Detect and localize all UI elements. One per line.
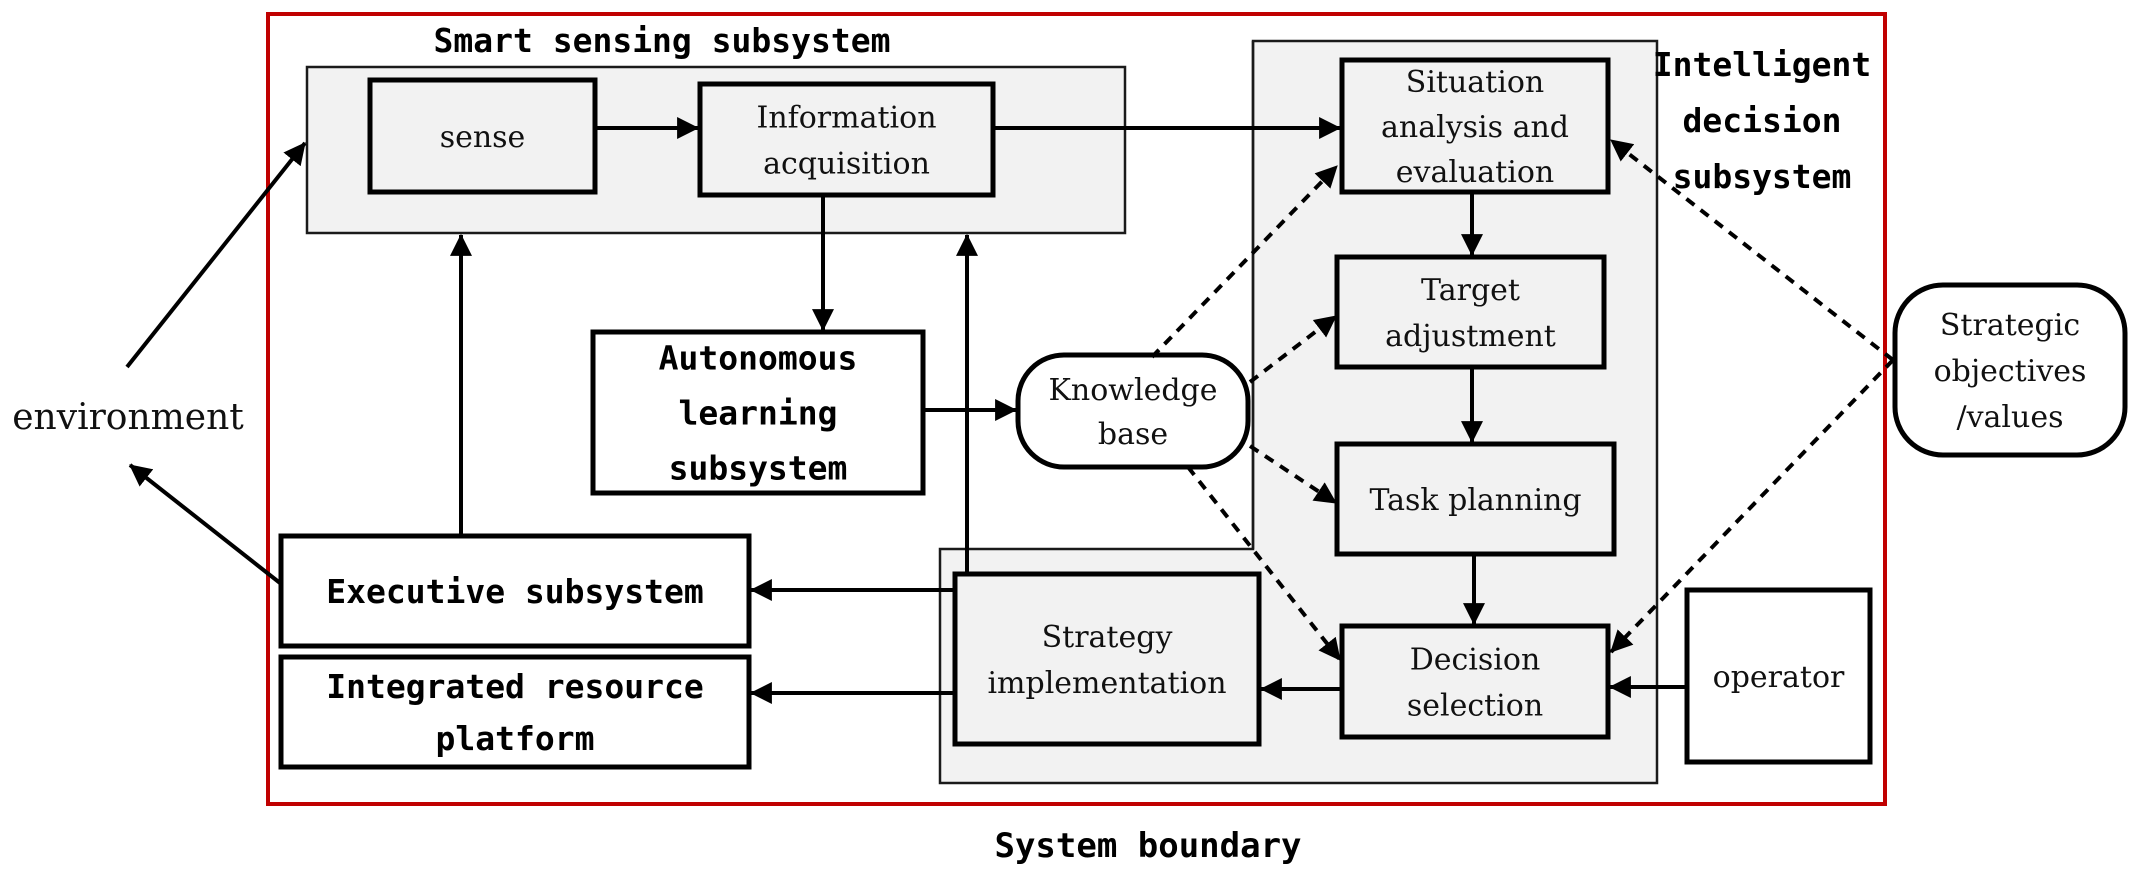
target-adjustment-label-line: adjustment (1385, 319, 1556, 354)
strategic-objectives-label: Strategic objectives/values (1934, 308, 2087, 435)
smart-sensing-subsystem-title-line: Smart sensing subsystem (434, 21, 891, 60)
target-adjustment-label-line: Target (1421, 273, 1520, 308)
knowledge-base-label-line: base (1098, 417, 1168, 452)
strategic-objectives-label-line: Strategic (1940, 308, 2080, 343)
executive-subsystem-label-line: Executive subsystem (326, 572, 704, 611)
information-acquisition-label-line: Information (756, 100, 936, 135)
situation-analysis-label-line: Situation (1406, 65, 1544, 100)
situation-analysis-label: Situation analysis and evaluation (1381, 65, 1569, 190)
integrated-resource-platform-label-line: platform (436, 719, 595, 758)
autonomous-learning-label-line: learning (679, 393, 838, 432)
edge-executive-subsystem-to-environment (128, 463, 282, 585)
information-acquisition-label-line: acquisition (763, 146, 930, 181)
operator-label-line: operator (1713, 660, 1845, 695)
task-planning-label: Task planning (1369, 483, 1581, 518)
executive-subsystem-label: Executive subsystem (326, 572, 704, 611)
knowledge-base-label-line: Knowledge (1049, 373, 1218, 408)
intelligent-decision-subsystem-title-line: Intelligent (1653, 45, 1872, 84)
system-boundary-title: System boundary (994, 826, 1301, 866)
autonomous-learning-label-line: Autonomous (659, 338, 858, 377)
intelligent-decision-subsystem-title-line: subsystem (1673, 157, 1852, 196)
strategy-implementation-box[interactable] (952, 571, 1262, 747)
strategic-objectives-label-line: /values (1956, 400, 2063, 435)
intelligent-decision-subsystem-title-line: decision (1683, 101, 1842, 140)
autonomous-learning-label-line: subsystem (669, 448, 848, 487)
sense-label: sense (440, 120, 526, 155)
operator-label: operator (1713, 660, 1845, 695)
decision-selection-label-line: Decision (1410, 642, 1541, 677)
system-boundary-title-line: System boundary (994, 826, 1301, 866)
decision-selection-label-line: selection (1407, 688, 1543, 723)
strategy-implementation-label-line: Strategy (1042, 620, 1173, 655)
smart-sensing-subsystem-title: Smart sensing subsystem (434, 21, 891, 60)
edge-environment-to-smart-sensing (125, 141, 307, 369)
task-planning-label-line: Task planning (1369, 483, 1581, 518)
situation-analysis-label-line: analysis and (1381, 110, 1569, 145)
integrated-resource-platform-label-line: Integrated resource (326, 667, 704, 706)
situation-analysis-label-line: evaluation (1396, 155, 1554, 190)
system-architecture-diagram: sense Information acquisition Autonomous lea… (12, 12, 2128, 866)
sense-label-line: sense (440, 120, 526, 155)
environment-label: environment (12, 397, 244, 438)
autonomous-learning-label: Autonomous learning subsystem (659, 338, 858, 487)
intelligent-decision-subsystem-title: Intelligent decision subsystem (1653, 45, 1872, 196)
strategy-implementation-label-line: implementation (987, 666, 1226, 701)
environment-label-line: environment (12, 397, 244, 438)
strategic-objectives-label-line: objectives (1934, 354, 2087, 389)
